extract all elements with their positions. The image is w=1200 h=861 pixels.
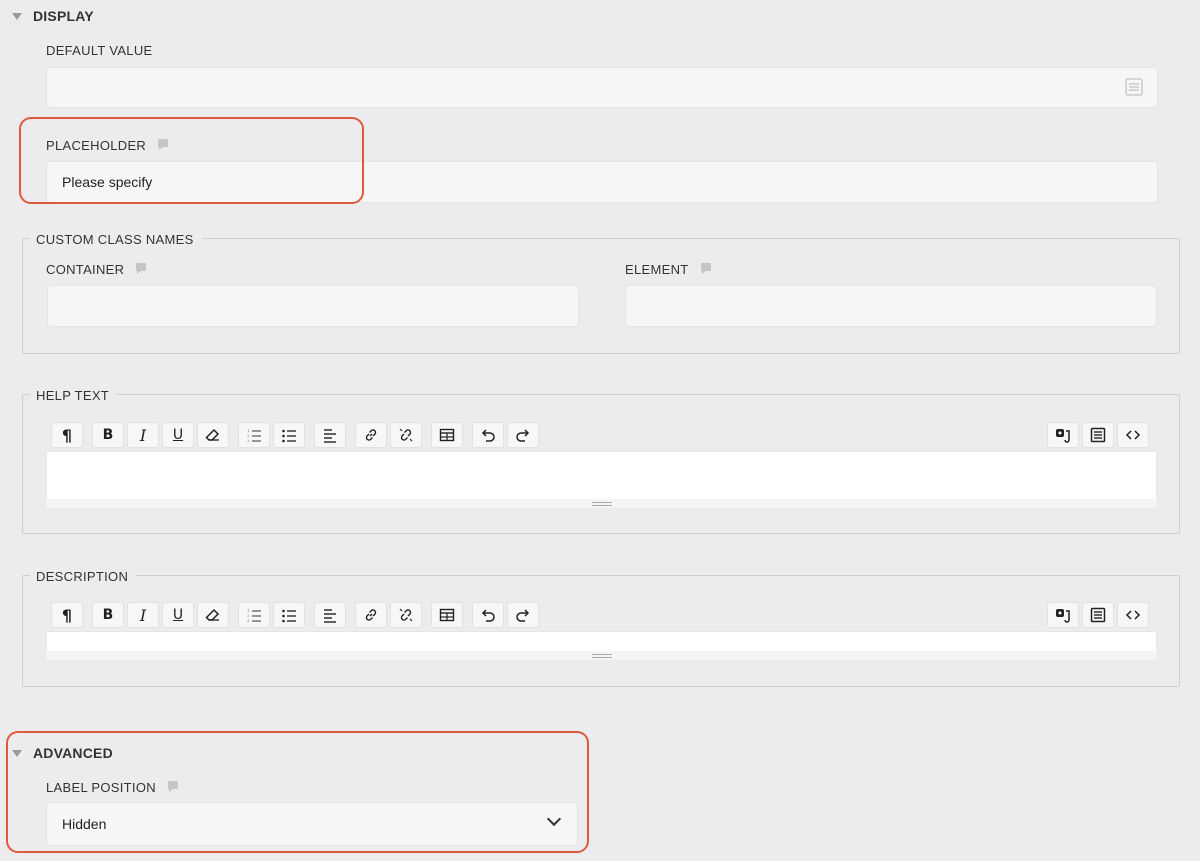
table-icon[interactable]	[431, 422, 463, 448]
placeholder-highlight	[19, 117, 364, 204]
resize-grip-icon	[591, 501, 612, 506]
eraser-icon[interactable]	[197, 422, 229, 448]
description-toolbar-right	[1047, 601, 1152, 629]
code-view-icon[interactable]	[1117, 422, 1149, 448]
element-label: ELEMENT	[625, 262, 711, 277]
element-input[interactable]	[625, 285, 1157, 327]
align-left-icon[interactable]	[314, 602, 346, 628]
default-value-input[interactable]	[46, 67, 1158, 108]
description-resize-handle[interactable]	[46, 651, 1157, 660]
unlink-icon[interactable]	[390, 422, 422, 448]
shortcode-icon[interactable]	[1047, 602, 1079, 628]
help-text-toolbar: ¶ B I U 123	[51, 421, 542, 449]
redo-icon[interactable]	[507, 422, 539, 448]
help-text-resize-handle[interactable]	[46, 499, 1157, 508]
description-editor[interactable]	[46, 631, 1157, 652]
ordered-list-icon[interactable]: 123	[238, 602, 270, 628]
align-left-icon[interactable]	[314, 422, 346, 448]
tooltip-icon[interactable]	[700, 262, 711, 274]
collapse-triangle-icon	[12, 12, 22, 20]
bold-button[interactable]: B	[92, 422, 124, 448]
field-list-icon[interactable]	[1082, 602, 1114, 628]
paragraph-button[interactable]: ¶	[51, 422, 83, 448]
svg-text:3: 3	[247, 438, 250, 443]
custom-class-names-legend: CUSTOM CLASS NAMES	[30, 232, 202, 247]
description-toolbar: ¶ B I U 123	[51, 601, 542, 629]
field-list-icon[interactable]	[1125, 78, 1143, 99]
link-icon[interactable]	[355, 602, 387, 628]
underline-button[interactable]: U	[162, 422, 194, 448]
description-legend: DESCRIPTION	[30, 569, 137, 584]
advanced-highlight	[6, 731, 589, 853]
code-view-icon[interactable]	[1117, 602, 1149, 628]
undo-icon[interactable]	[472, 422, 504, 448]
help-text-editor[interactable]	[46, 451, 1157, 500]
display-section-title: DISPLAY	[33, 8, 94, 24]
paragraph-button[interactable]: ¶	[51, 602, 83, 628]
table-icon[interactable]	[431, 602, 463, 628]
shortcode-icon[interactable]	[1047, 422, 1079, 448]
field-list-icon[interactable]	[1082, 422, 1114, 448]
bullet-list-icon[interactable]	[273, 602, 305, 628]
resize-grip-icon	[591, 653, 612, 658]
container-input[interactable]	[47, 285, 579, 327]
unlink-icon[interactable]	[390, 602, 422, 628]
help-text-toolbar-right	[1047, 421, 1152, 449]
link-icon[interactable]	[355, 422, 387, 448]
eraser-icon[interactable]	[197, 602, 229, 628]
container-label: CONTAINER	[46, 262, 147, 277]
ordered-list-icon[interactable]: 123	[238, 422, 270, 448]
display-section-header[interactable]: DISPLAY	[12, 8, 94, 24]
help-text-legend: HELP TEXT	[30, 388, 118, 403]
undo-icon[interactable]	[472, 602, 504, 628]
bold-button[interactable]: B	[92, 602, 124, 628]
tooltip-icon[interactable]	[136, 262, 147, 274]
italic-button[interactable]: I	[127, 602, 159, 628]
bullet-list-icon[interactable]	[273, 422, 305, 448]
svg-text:3: 3	[247, 618, 250, 623]
italic-button[interactable]: I	[127, 422, 159, 448]
underline-button[interactable]: U	[162, 602, 194, 628]
redo-icon[interactable]	[507, 602, 539, 628]
default-value-label: DEFAULT VALUE	[46, 43, 153, 58]
